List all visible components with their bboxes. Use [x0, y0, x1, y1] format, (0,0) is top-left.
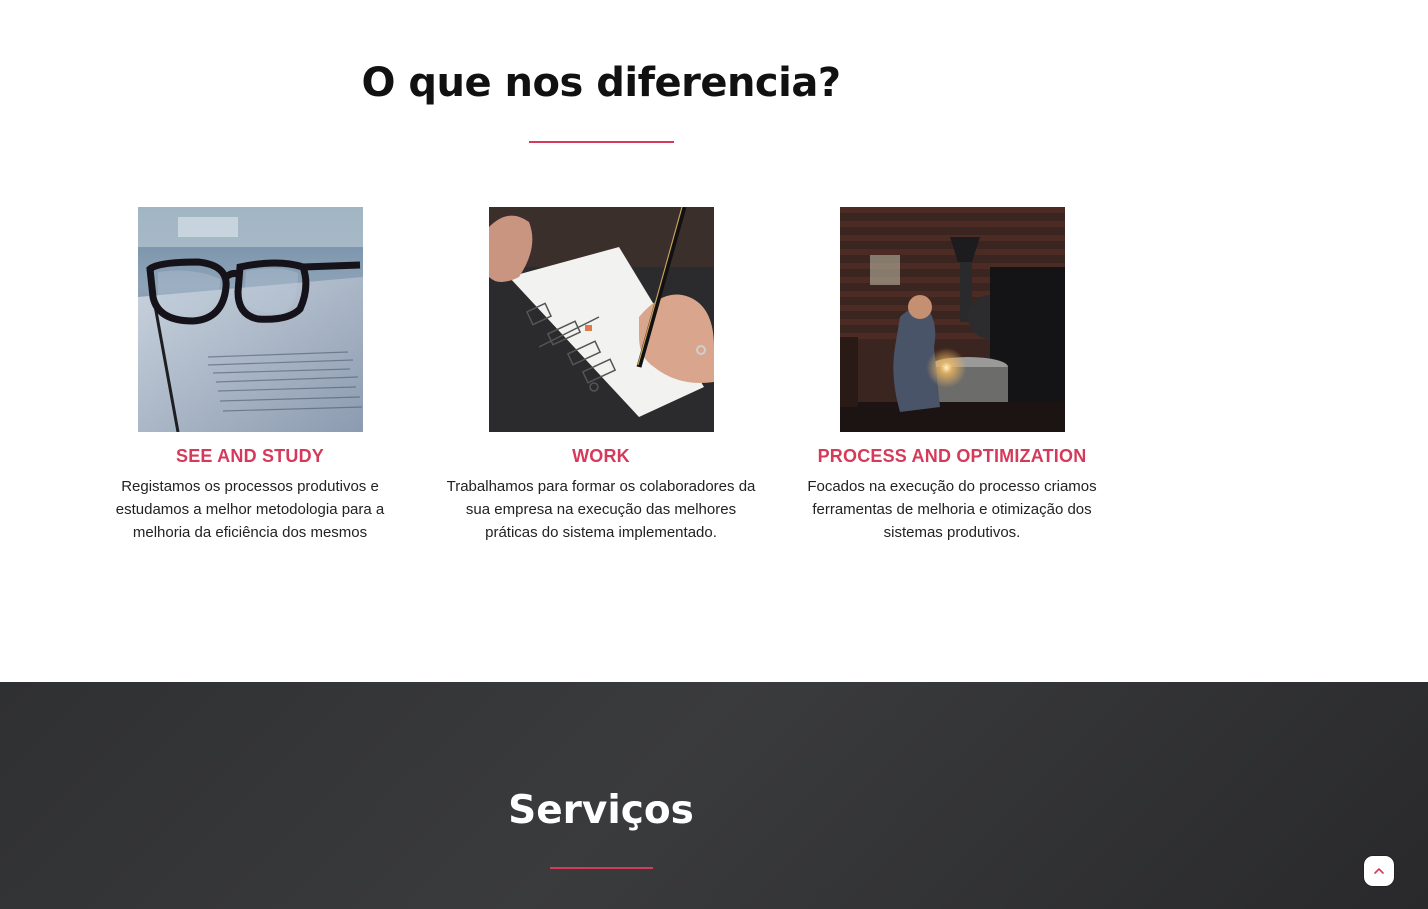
sketching-photo — [488, 207, 714, 432]
title-divider — [529, 141, 674, 143]
coffee-roaster-photo — [839, 207, 1065, 432]
services-divider — [550, 867, 653, 869]
feature-card-see-and-study: SEE AND STUDY Registamos os processos pr… — [90, 207, 410, 544]
chevron-up-icon — [1374, 868, 1384, 874]
card-title: WORK — [572, 446, 630, 466]
differentiators-section: O que nos diferencia? SEE AND STUDY Regi… — [0, 0, 1428, 682]
glasses-photo — [137, 207, 363, 432]
card-title: PROCESS AND OPTIMIZATION — [817, 446, 1087, 466]
scroll-to-top-button[interactable] — [1363, 855, 1395, 887]
card-title: SEE AND STUDY — [176, 446, 324, 466]
services-title: Serviços — [508, 788, 694, 833]
page: O que nos diferencia? SEE AND STUDY Regi… — [0, 0, 1428, 909]
card-text: Trabalhamos para formar os colaboradores… — [446, 478, 756, 541]
feature-card-process-optimization: PROCESS AND OPTIMIZATION Focados na exec… — [792, 207, 1112, 544]
services-section: Serviços — [0, 682, 1428, 909]
card-text: Focados na execução do processo criamos … — [807, 478, 1097, 541]
feature-card-work: WORK Trabalhamos para formar os colabora… — [441, 207, 761, 544]
card-text: Registamos os processos produtivos e est… — [115, 478, 385, 541]
section-title: O que nos diferencia? — [361, 60, 841, 106]
